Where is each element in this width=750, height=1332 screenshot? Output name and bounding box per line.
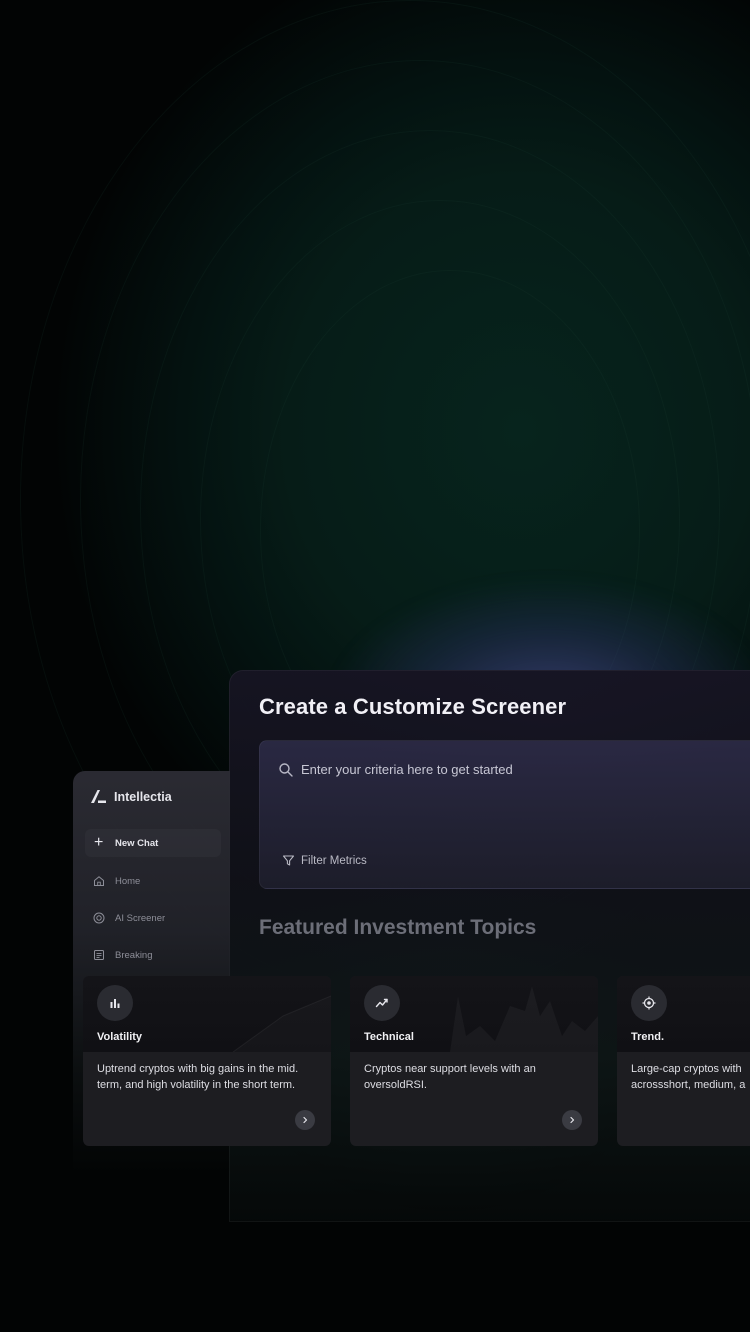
filter-metrics-button[interactable]: Filter Metrics <box>282 854 367 867</box>
card-description: Cryptos near support levels with an over… <box>364 1063 536 1091</box>
home-icon <box>94 876 104 886</box>
criteria-input-placeholder[interactable]: Enter your criteria here to get started <box>301 762 513 777</box>
page-title: Create a Customize Screener <box>259 694 567 719</box>
sidebar-item-label: Breaking <box>115 949 153 961</box>
sidebar-item-home[interactable]: Home <box>93 875 140 887</box>
new-chat-button[interactable]: + New Chat <box>85 829 221 857</box>
criteria-input-box[interactable]: Enter your criteria here to get started … <box>259 740 750 889</box>
card-arrow-button[interactable] <box>295 1110 315 1130</box>
trend-line-icon <box>375 998 388 1008</box>
card-description: Large-cap cryptos with acrossshort, medi… <box>631 1063 746 1091</box>
bar-chart-icon <box>110 999 120 1008</box>
sidebar-item-label: AI Screener <box>115 912 166 924</box>
card-title: Volatility <box>97 1031 143 1043</box>
chevron-right-icon <box>303 1116 308 1124</box>
brand-name: Intellectia <box>114 789 172 804</box>
screener-icon <box>93 912 105 924</box>
card-icon-wrap <box>631 985 667 1021</box>
card-icon-wrap <box>97 985 133 1021</box>
search-icon <box>279 763 293 777</box>
sidebar-item-label: Home <box>115 875 141 887</box>
card-description: Uptrend cryptos with big gains in the mi… <box>97 1063 299 1091</box>
plus-icon: + <box>94 834 104 851</box>
topic-card-trend[interactable]: Trend. Large-cap cryptos with acrossshor… <box>617 976 750 1146</box>
sidebar-item-ai-screener[interactable]: AI Screener <box>93 912 165 924</box>
featured-topics-heading: Featured Investment Topics <box>259 916 537 939</box>
card-title: Trend. <box>631 1031 665 1043</box>
new-chat-label: New Chat <box>115 837 159 849</box>
filter-metrics-label: Filter Metrics <box>301 854 367 867</box>
filter-icon <box>282 855 295 866</box>
brand[interactable]: Intellectia <box>90 789 172 804</box>
sidebar-item-breaking[interactable]: Breaking <box>93 949 153 961</box>
card-title: Technical <box>364 1031 414 1043</box>
topic-card-technical[interactable]: Technical Cryptos near support levels wi… <box>350 976 598 1146</box>
chevron-right-icon <box>570 1116 575 1124</box>
target-icon <box>642 996 656 1010</box>
topic-card-volatility[interactable]: Volatility Uptrend cryptos with big gain… <box>83 976 331 1146</box>
news-icon <box>94 950 104 960</box>
card-icon-wrap <box>364 985 400 1021</box>
intellectia-logo-icon <box>91 790 106 803</box>
card-arrow-button[interactable] <box>562 1110 582 1130</box>
